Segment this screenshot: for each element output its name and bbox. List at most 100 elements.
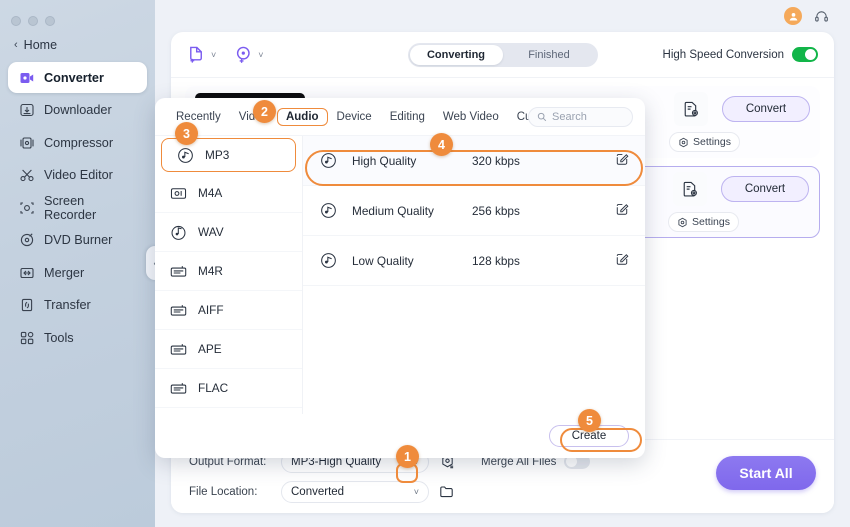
tab-editing[interactable]: Editing (381, 108, 434, 126)
sidebar-nav: Converter Downloader Compressor Video Ed… (0, 62, 155, 353)
settings-button[interactable]: Settings (668, 212, 739, 232)
audio-format-icon (178, 147, 193, 163)
quality-name: High Quality (352, 153, 417, 168)
tab-device[interactable]: Device (328, 108, 381, 126)
audio-format-icon (170, 187, 187, 199)
video-editor-icon (18, 167, 35, 184)
content-toolbar: ˅ ˅ Converting Finished High Speed Conve… (171, 32, 834, 78)
audio-format-icon (170, 382, 187, 394)
tab-finished[interactable]: Finished (503, 45, 596, 65)
output-settings: Output Format: MP3-High Quality ˅ Merge … (189, 450, 591, 503)
tab-web-video[interactable]: Web Video (434, 108, 508, 126)
format-label: WAV (198, 225, 224, 239)
home-label: Home (23, 38, 58, 52)
app-window: ‹ Home Converter Downloader Compressor V… (0, 0, 850, 527)
add-files-button[interactable]: ˅ (187, 45, 216, 64)
chevron-down-icon[interactable]: ˅ (258, 50, 263, 60)
format-item-ape[interactable]: APE (155, 330, 302, 369)
sidebar-item-merger[interactable]: Merger (8, 257, 147, 288)
file-settings-icon[interactable] (673, 172, 707, 206)
format-category-tabs: Recently Video Audio Device Editing Web … (155, 98, 645, 136)
audio-format-icon (170, 265, 187, 277)
format-item-m4r[interactable]: M4R (155, 252, 302, 291)
transfer-icon (18, 297, 35, 314)
user-avatar[interactable] (784, 7, 802, 25)
quality-item-low[interactable]: Low Quality 128 kbps (303, 236, 645, 286)
high-speed-conversion: High Speed Conversion (663, 47, 818, 62)
home-back-link[interactable]: ‹ Home (0, 26, 155, 62)
sidebar-item-dvd-burner[interactable]: DVD Burner (8, 225, 147, 256)
sidebar-item-label: Video Editor (44, 168, 113, 182)
audio-quality-icon (321, 253, 336, 268)
minimize-button[interactable] (28, 16, 38, 26)
sidebar-item-label: Merger (44, 265, 85, 280)
format-list: MP3 M4A WAV M4R AIFF APE FLAC (155, 136, 303, 414)
settings-button[interactable]: Settings (669, 132, 740, 152)
format-label: FLAC (198, 381, 229, 395)
quality-item-medium[interactable]: Medium Quality 256 kbps (303, 186, 645, 236)
sidebar-item-downloader[interactable]: Downloader (8, 95, 147, 126)
format-item-aiff[interactable]: AIFF (155, 291, 302, 330)
start-all-button[interactable]: Start All (716, 456, 816, 490)
sidebar-item-converter[interactable]: Converter (8, 62, 147, 93)
convert-button[interactable]: Convert (722, 96, 810, 122)
open-folder-icon[interactable] (437, 482, 457, 502)
edit-quality-icon[interactable] (615, 202, 629, 219)
screen-recorder-icon (18, 199, 35, 216)
search-icon (537, 112, 547, 121)
quality-bitrate: 320 kbps (472, 153, 520, 168)
format-item-m4a[interactable]: M4A (155, 174, 302, 213)
top-bar (171, 0, 834, 32)
sidebar-item-compressor[interactable]: Compressor (8, 127, 147, 158)
format-label: MP3 (205, 148, 230, 162)
annotation-badge-1: 1 (396, 445, 419, 468)
audio-format-icon (170, 304, 187, 316)
zoom-button[interactable] (45, 16, 55, 26)
tab-converting[interactable]: Converting (409, 44, 503, 65)
high-speed-toggle[interactable] (792, 47, 818, 62)
row-actions: Convert Settings (669, 92, 810, 152)
merger-icon (18, 264, 35, 281)
quality-bitrate: 128 kbps (472, 253, 520, 268)
annotation-badge-5: 5 (578, 409, 601, 432)
sidebar-item-screen-recorder[interactable]: Screen Recorder (8, 192, 147, 223)
tools-icon (18, 329, 35, 346)
tab-audio[interactable]: Audio (276, 107, 328, 126)
window-traffic-lights[interactable] (0, 8, 155, 26)
chevron-down-icon[interactable]: ˅ (414, 487, 419, 497)
row-actions: Convert Settings (668, 172, 809, 232)
annotation-badge-2: 2 (253, 100, 276, 123)
chevron-down-icon[interactable]: ˅ (211, 50, 216, 60)
format-item-wav[interactable]: WAV (155, 213, 302, 252)
file-location-row: File Location: Converted ˅ (189, 480, 590, 503)
edit-quality-icon[interactable] (615, 152, 629, 169)
file-location-label: File Location: (189, 485, 258, 498)
file-location-select[interactable]: Converted ˅ (281, 480, 429, 503)
format-label: APE (198, 342, 222, 356)
convert-button[interactable]: Convert (721, 176, 809, 202)
sidebar-item-label: DVD Burner (44, 233, 113, 247)
chevron-left-icon: ‹ (14, 38, 18, 51)
search-input[interactable]: Search (528, 106, 633, 127)
sidebar-item-tools[interactable]: Tools (8, 322, 147, 353)
file-location-value: Converted (291, 485, 345, 498)
format-label: M4A (198, 186, 223, 200)
quality-item-high[interactable]: High Quality 320 kbps (303, 136, 645, 186)
support-headset-icon[interactable] (812, 7, 830, 25)
sidebar-item-label: Downloader (44, 103, 112, 117)
annotation-badge-3: 3 (175, 122, 198, 145)
status-tabs[interactable]: Converting Finished (407, 42, 598, 67)
format-item-flac[interactable]: FLAC (155, 369, 302, 408)
sidebar-item-transfer[interactable]: Transfer (8, 290, 147, 321)
format-dropdown-body: MP3 M4A WAV M4R AIFF APE FLAC High Quali… (155, 136, 645, 414)
converter-icon (18, 69, 35, 86)
format-label: M4R (198, 264, 223, 278)
sidebar-item-video-editor[interactable]: Video Editor (8, 160, 147, 191)
edit-quality-icon[interactable] (615, 252, 629, 269)
add-dvd-button[interactable]: ˅ (234, 45, 264, 64)
tab-recently[interactable]: Recently (167, 108, 230, 126)
close-button[interactable] (11, 16, 21, 26)
sidebar-item-label: Tools (44, 330, 74, 345)
file-settings-icon[interactable] (674, 92, 708, 126)
settings-label: Settings (692, 216, 730, 228)
